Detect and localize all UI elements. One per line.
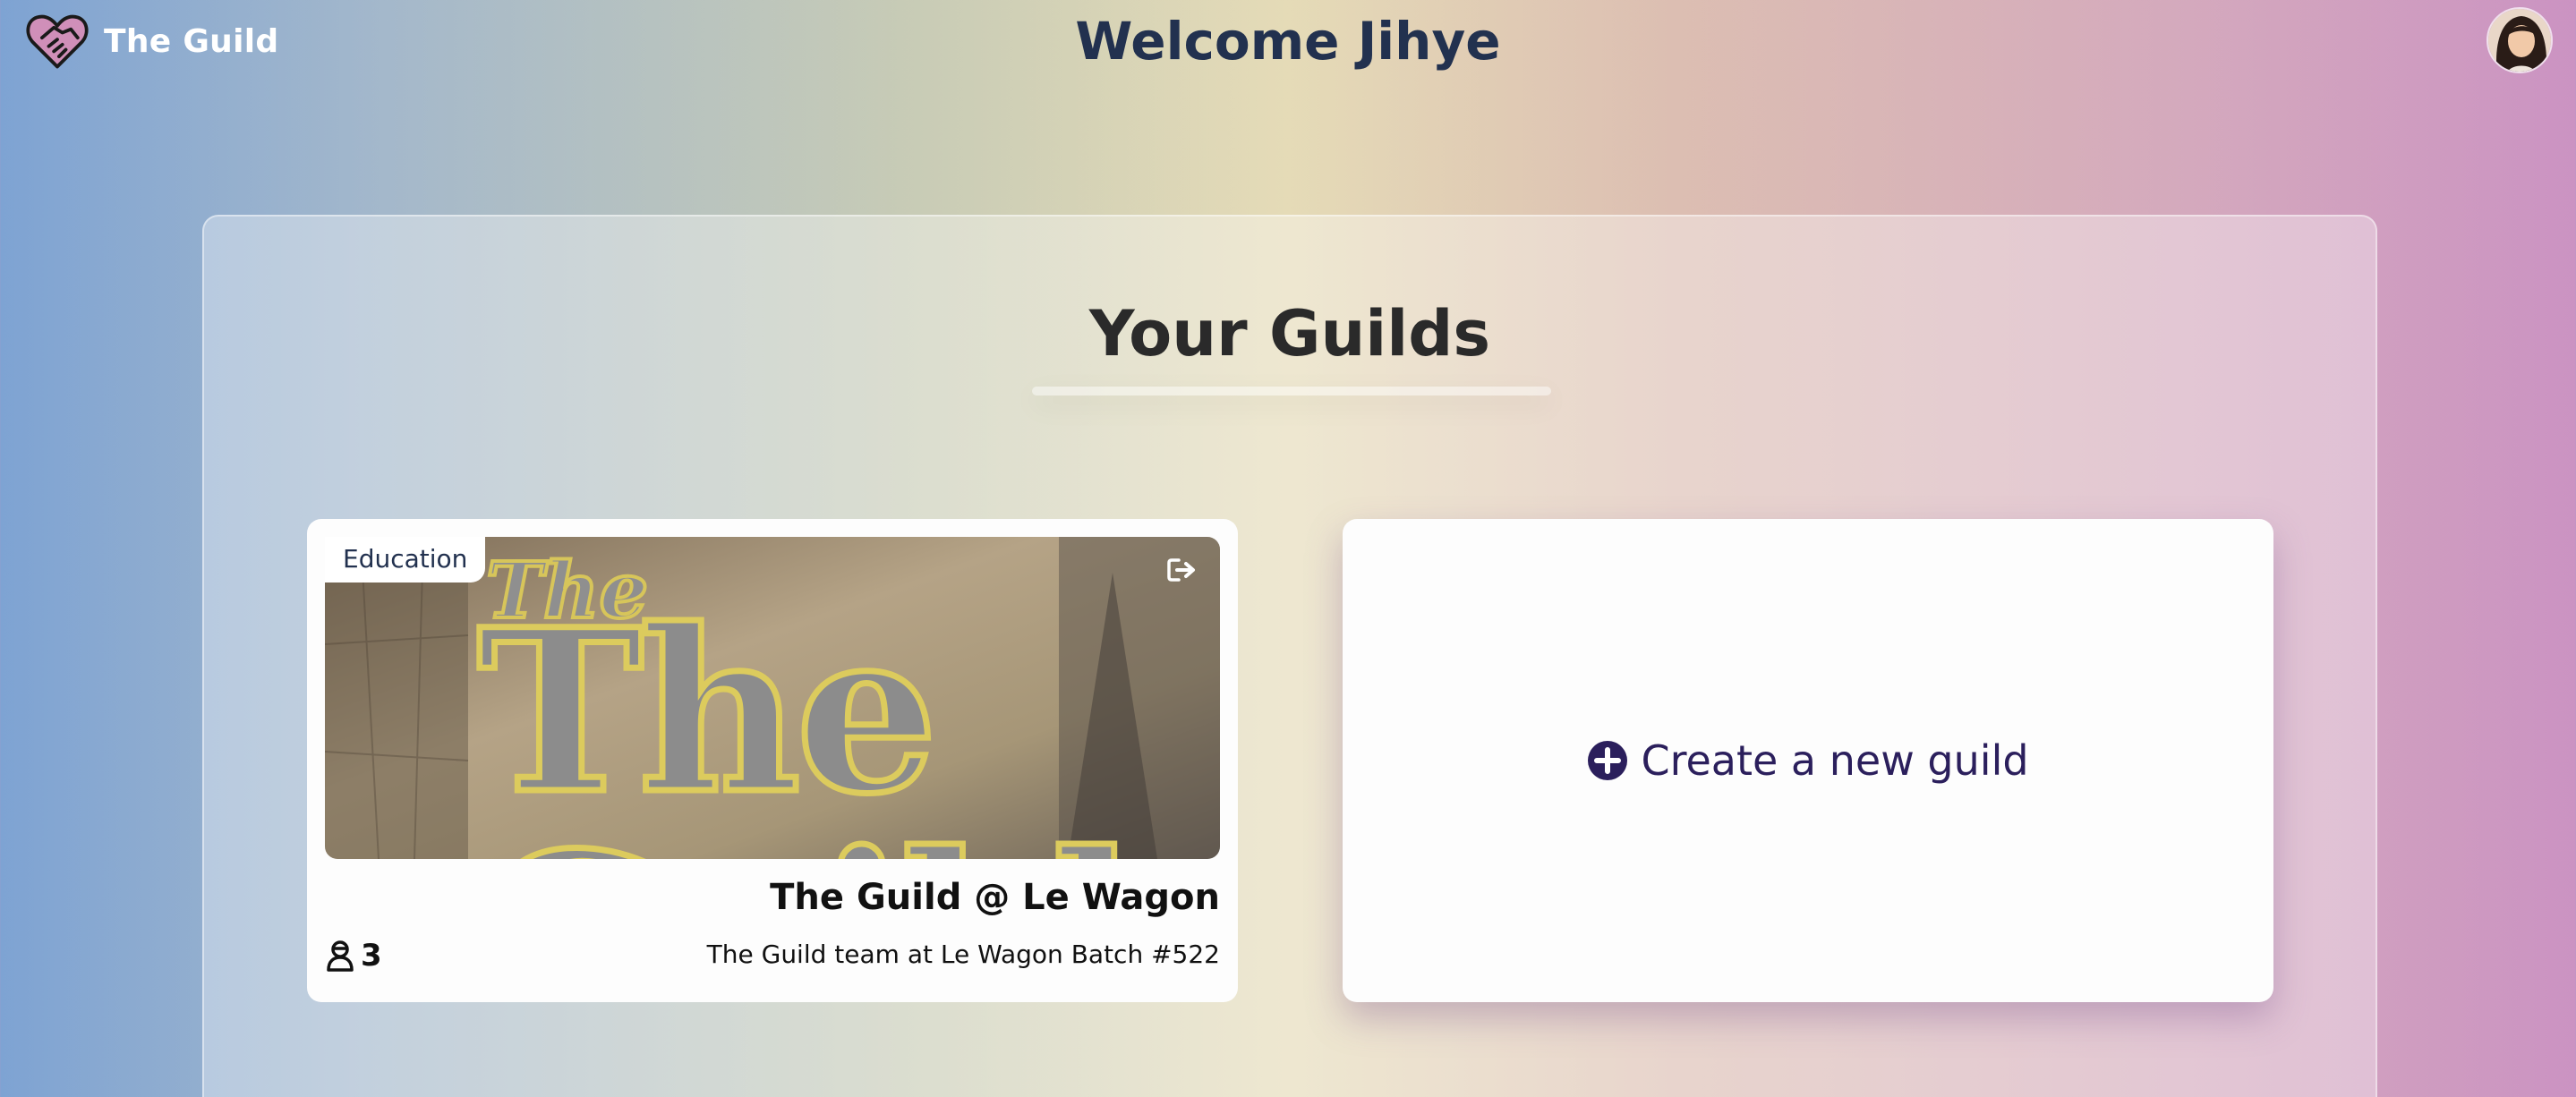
member-count: 3 bbox=[325, 938, 382, 974]
leave-icon[interactable] bbox=[1166, 557, 1198, 583]
page-title: Your Guilds bbox=[1088, 297, 1491, 370]
member-count-value: 3 bbox=[361, 938, 382, 974]
guild-description: The Guild team at Le Wagon Batch #522 bbox=[706, 940, 1220, 969]
guild-card[interactable]: The The Guild Education The Guild @ Le W… bbox=[307, 519, 1238, 1002]
title-divider bbox=[1032, 387, 1551, 395]
navbar: The Guild Welcome Jihye bbox=[0, 0, 2576, 86]
guild-name[interactable]: The Guild @ Le Wagon bbox=[770, 877, 1220, 918]
category-badge: Education bbox=[325, 537, 486, 583]
avatar[interactable] bbox=[2486, 7, 2553, 73]
banner-text-guild: The Guild bbox=[474, 580, 1139, 860]
plus-circle-icon bbox=[1588, 741, 1628, 780]
create-guild-label: Create a new guild bbox=[1641, 736, 2029, 785]
guilds-panel: Your Guilds The The Education The Guild … bbox=[202, 215, 2377, 1097]
welcome-heading: Welcome Jihye bbox=[1075, 11, 1501, 72]
create-guild-button[interactable]: Create a new guild bbox=[1343, 519, 2273, 1002]
members-icon bbox=[327, 940, 354, 972]
guild-banner-image[interactable]: The The Guild bbox=[325, 537, 1220, 859]
